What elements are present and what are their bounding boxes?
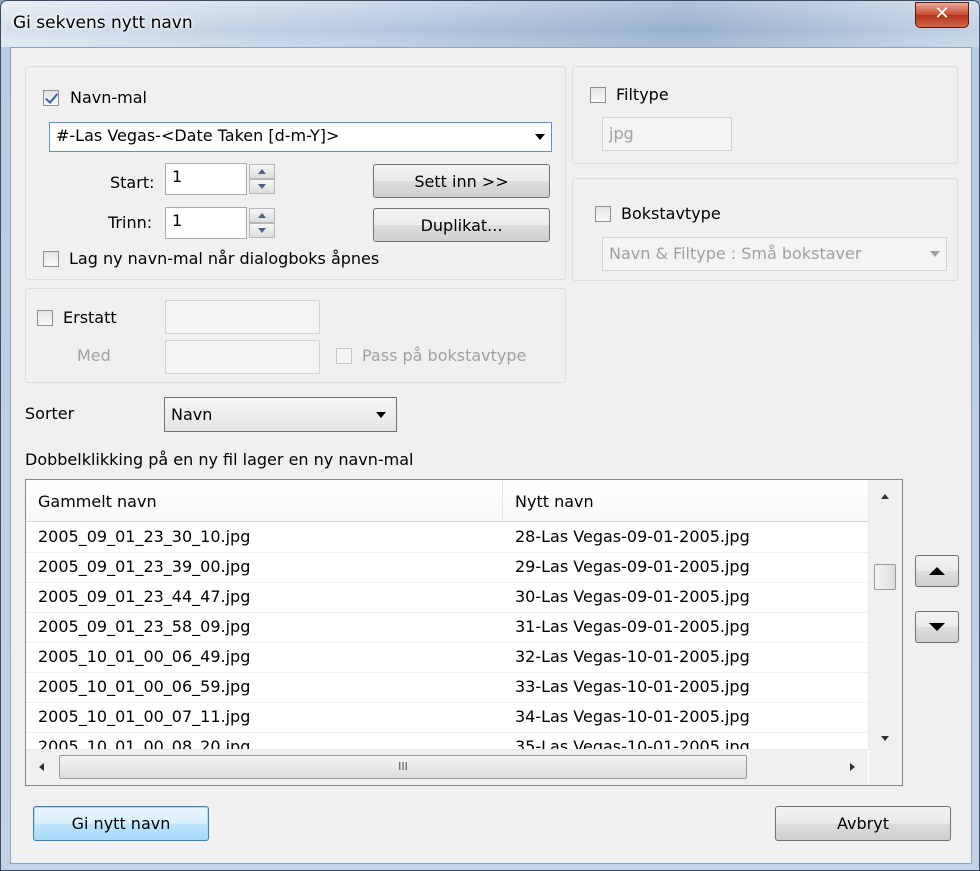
table-row[interactable]: 2005_09_01_23_44_47.jpg 30-Las Vegas-09-…	[26, 582, 868, 613]
table-row[interactable]: 2005_10_01_00_06_59.jpg 33-Las Vegas-10-…	[26, 672, 868, 703]
step-value: 1	[172, 211, 183, 230]
sort-label: Sorter	[25, 404, 75, 423]
filetype-input[interactable]: jpg	[602, 117, 732, 151]
match-case-label: Pass på bokstavtype	[362, 346, 527, 365]
title-bar[interactable]: Gi sekvens nytt navn ✕	[1, 1, 979, 47]
step-label: Trinn:	[108, 213, 153, 232]
start-spinner[interactable]	[249, 164, 275, 194]
new-name-cell: 32-Las Vegas-10-01-2005.jpg	[515, 647, 750, 666]
table-row[interactable]: 2005_09_01_23_58_09.jpg 31-Las Vegas-09-…	[26, 612, 868, 643]
insert-button[interactable]: Sett inn >>	[373, 164, 550, 198]
spin-up-icon[interactable]	[249, 164, 275, 179]
column-header-old[interactable]: Gammelt navn	[38, 492, 157, 511]
new-name-cell: 30-Las Vegas-09-01-2005.jpg	[515, 587, 750, 606]
case-checkbox[interactable]	[595, 206, 611, 222]
column-divider[interactable]	[502, 480, 503, 521]
move-up-button[interactable]	[915, 555, 959, 587]
name-template-checkbox[interactable]	[43, 90, 59, 106]
column-header-new[interactable]: Nytt navn	[515, 492, 594, 511]
filetype-group: Filtype jpg	[572, 66, 958, 164]
start-value: 1	[172, 167, 183, 186]
old-name-cell: 2005_09_01_23_30_10.jpg	[38, 527, 251, 546]
scroll-left-icon[interactable]	[39, 763, 44, 771]
table-row[interactable]: 2005_09_01_23_30_10.jpg 28-Las Vegas-09-…	[26, 522, 868, 553]
scroll-grip: III	[398, 760, 408, 773]
new-name-cell: 34-Las Vegas-10-01-2005.jpg	[515, 707, 750, 726]
filetype-checkbox[interactable]	[590, 87, 606, 103]
start-input[interactable]: 1	[165, 163, 247, 195]
old-name-cell: 2005_10_01_00_07_11.jpg	[38, 707, 251, 726]
new-name-cell: 33-Las Vegas-10-01-2005.jpg	[515, 677, 750, 696]
spin-down-icon[interactable]	[249, 179, 275, 194]
old-name-cell: 2005_09_01_23_44_47.jpg	[38, 587, 251, 606]
new-name-cell: 31-Las Vegas-09-01-2005.jpg	[515, 617, 750, 636]
table-row[interactable]: 2005_10_01_00_07_11.jpg 34-Las Vegas-10-…	[26, 702, 868, 733]
window-title: Gi sekvens nytt navn	[13, 13, 193, 33]
scroll-right-icon[interactable]	[850, 763, 855, 771]
replace-label: Erstatt	[63, 308, 117, 327]
filetype-label: Filtype	[616, 85, 669, 104]
replace-input[interactable]	[165, 300, 320, 334]
with-input[interactable]	[165, 340, 320, 374]
table-row[interactable]: 2005_10_01_00_06_49.jpg 32-Las Vegas-10-…	[26, 642, 868, 673]
sort-dropdown[interactable]: Navn	[164, 397, 397, 432]
case-value: Navn & Filtype : Små bokstaver	[609, 244, 862, 263]
new-template-checkbox[interactable]	[43, 251, 59, 267]
case-group: Bokstavtype Navn & Filtype : Små bokstav…	[572, 178, 958, 281]
chevron-down-icon[interactable]	[535, 134, 545, 140]
rename-button[interactable]: Gi nytt navn	[33, 806, 209, 841]
scroll-down-icon[interactable]	[881, 736, 889, 741]
cancel-button[interactable]: Avbryt	[775, 806, 951, 841]
replace-checkbox[interactable]	[37, 310, 53, 326]
scroll-up-icon[interactable]	[881, 494, 889, 499]
name-template-label: Navn-mal	[70, 88, 147, 107]
with-label: Med	[77, 346, 111, 365]
case-dropdown[interactable]: Navn & Filtype : Små bokstaver	[602, 237, 947, 271]
spin-down-icon[interactable]	[249, 223, 275, 238]
dialog-body: Navn-mal #-Las Vegas-<Date Taken [d-m-Y]…	[10, 47, 972, 864]
old-name-cell: 2005_09_01_23_58_09.jpg	[38, 617, 251, 636]
list-header: Gammelt navn Nytt navn	[26, 480, 868, 522]
start-label: Start:	[110, 173, 155, 192]
duplicate-button[interactable]: Duplikat...	[373, 208, 550, 242]
spin-up-icon[interactable]	[249, 208, 275, 223]
filetype-value: jpg	[609, 124, 634, 143]
replace-group: Erstatt Med Pass på bokstavtype	[25, 288, 566, 383]
old-name-cell: 2005_10_01_00_06_59.jpg	[38, 677, 251, 696]
vertical-scroll-thumb[interactable]	[874, 564, 896, 590]
new-name-cell: 28-Las Vegas-09-01-2005.jpg	[515, 527, 750, 546]
new-template-label: Lag ny navn-mal når dialogboks åpnes	[69, 249, 380, 268]
name-template-combobox[interactable]: #-Las Vegas-<Date Taken [d-m-Y]>	[49, 122, 552, 152]
chevron-down-icon[interactable]	[376, 411, 386, 418]
old-name-cell: 2005_09_01_23_39_00.jpg	[38, 557, 251, 576]
old-name-cell: 2005_10_01_00_06_49.jpg	[38, 647, 251, 666]
arrow-up-icon	[929, 567, 945, 575]
sort-value: Navn	[171, 405, 213, 424]
case-label: Bokstavtype	[621, 204, 721, 223]
horizontal-scrollbar[interactable]: III	[26, 749, 868, 785]
step-spinner[interactable]	[249, 208, 275, 238]
table-row[interactable]: 2005_09_01_23_39_00.jpg 29-Las Vegas-09-…	[26, 552, 868, 583]
match-case-checkbox[interactable]	[336, 348, 352, 364]
horizontal-scroll-thumb[interactable]: III	[59, 755, 747, 779]
hint-text: Dobbelklikking på en ny fil lager en ny …	[25, 450, 414, 469]
vertical-scrollbar[interactable]	[868, 480, 902, 750]
name-template-value: #-Las Vegas-<Date Taken [d-m-Y]>	[56, 126, 340, 145]
move-down-button[interactable]	[915, 611, 959, 643]
dialog-window: Gi sekvens nytt navn ✕ Navn-mal #-Las Ve…	[0, 0, 980, 871]
step-input[interactable]: 1	[165, 207, 247, 239]
new-name-cell: 29-Las Vegas-09-01-2005.jpg	[515, 557, 750, 576]
arrow-down-icon	[929, 623, 945, 631]
rename-preview-list[interactable]: Gammelt navn Nytt navn 2005_09_01_23_30_…	[25, 479, 903, 786]
scrollbar-corner	[869, 750, 902, 785]
close-button[interactable]: ✕	[915, 2, 969, 28]
chevron-down-icon[interactable]	[930, 251, 940, 257]
name-template-group: Navn-mal #-Las Vegas-<Date Taken [d-m-Y]…	[25, 66, 566, 280]
